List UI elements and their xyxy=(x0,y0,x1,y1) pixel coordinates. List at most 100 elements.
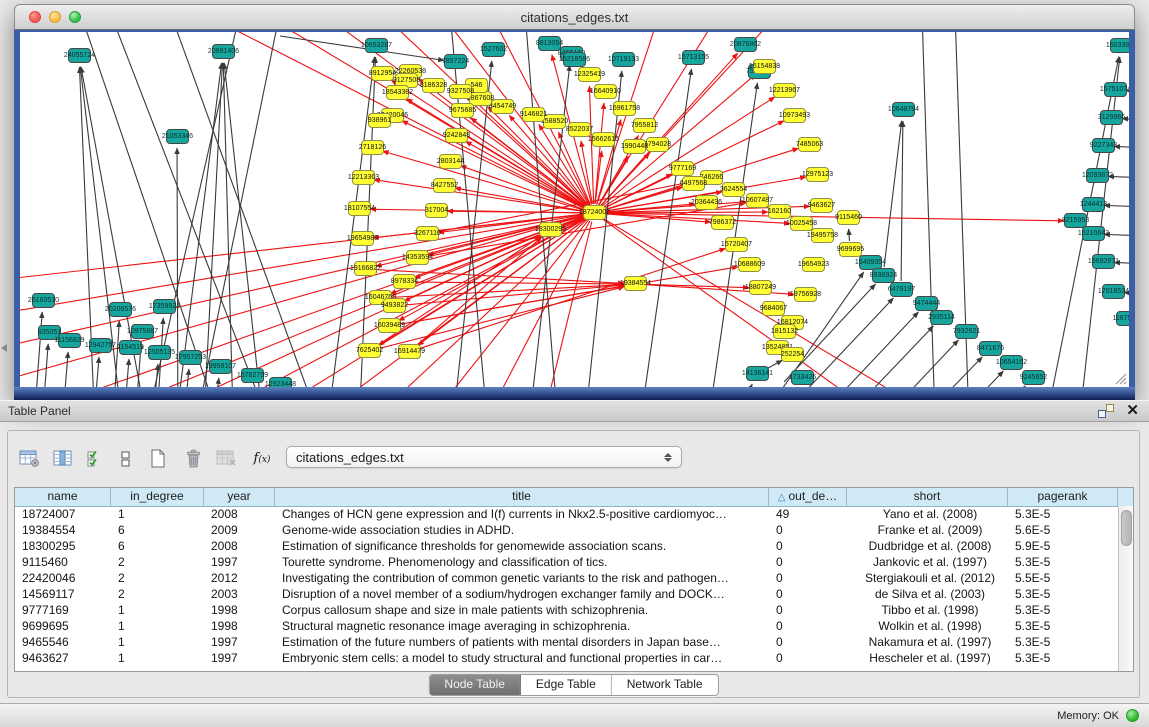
function-builder-button[interactable]: f(x) xyxy=(249,445,275,472)
network-node[interactable]: 14136141 xyxy=(746,366,769,381)
network-node[interactable]: 3267110 xyxy=(416,226,439,241)
table-cell[interactable]: Genome-wide association studies in ADHD. xyxy=(275,522,769,538)
network-node[interactable]: 11675311 xyxy=(1116,311,1129,326)
network-node[interactable]: 7625402 xyxy=(358,343,381,358)
network-node[interactable]: 8978334 xyxy=(393,274,416,289)
table-cell[interactable]: 2 xyxy=(111,570,204,586)
network-edge[interactable] xyxy=(826,312,918,387)
network-edge[interactable] xyxy=(358,57,376,387)
network-node[interactable]: 6497568 xyxy=(682,176,705,191)
network-edge[interactable] xyxy=(1104,205,1129,207)
network-node[interactable]: 16782759 xyxy=(241,368,264,383)
table-row[interactable]: 2242004622012Investigating the contribut… xyxy=(15,570,1118,586)
network-node[interactable]: 18807249 xyxy=(749,280,772,295)
network-node[interactable]: 10973493 xyxy=(783,108,806,123)
network-node[interactable]: 24055724 xyxy=(68,48,91,63)
network-node[interactable]: 15720407 xyxy=(725,237,748,252)
table-cell[interactable]: 2012 xyxy=(204,570,275,586)
table-cell[interactable]: 5.3E-5 xyxy=(1008,650,1118,666)
table-cell[interactable]: Stergiakouli et al. (2012) xyxy=(847,570,1008,586)
network-edge[interactable] xyxy=(704,83,757,387)
table-cell[interactable]: 2 xyxy=(111,586,204,602)
table-cell[interactable]: Changes of HCN gene expression and I(f) … xyxy=(275,506,769,522)
new-column-button[interactable] xyxy=(145,445,171,472)
network-node[interactable]: 7485063 xyxy=(798,137,821,152)
network-node[interactable]: 8186328 xyxy=(422,78,445,93)
tab-edge-table[interactable]: Edge Table xyxy=(521,675,612,695)
network-edge[interactable] xyxy=(202,63,222,387)
table-cell[interactable]: 1998 xyxy=(204,602,275,618)
zoom-window-button[interactable] xyxy=(69,11,81,23)
table-row[interactable]: 969969511998Structural magnetic resonanc… xyxy=(15,618,1118,634)
table-cell[interactable]: 5.9E-5 xyxy=(1008,538,1118,554)
table-cell[interactable]: 5.3E-5 xyxy=(1008,554,1118,570)
table-cell[interactable]: 0 xyxy=(769,586,847,602)
table-row[interactable]: 1872400712008Changes of HCN gene express… xyxy=(15,506,1118,522)
float-panel-icon[interactable] xyxy=(1098,404,1114,418)
table-cell[interactable]: 5.3E-5 xyxy=(1008,586,1118,602)
table-cell[interactable]: Yano et al. (2008) xyxy=(847,506,1008,522)
table-cell[interactable]: Dudbridge et al. (2008) xyxy=(847,538,1008,554)
network-node[interactable]: 2803144 xyxy=(439,154,462,169)
table-cell[interactable]: 2009 xyxy=(204,522,275,538)
table-cell[interactable]: 9777169 xyxy=(15,602,111,618)
table-cell[interactable]: 0 xyxy=(769,554,847,570)
column-header-title[interactable]: title xyxy=(275,488,769,506)
network-edge[interactable] xyxy=(20,216,586,387)
table-cell[interactable]: 14569117 xyxy=(15,586,111,602)
network-node[interactable]: 16039489 xyxy=(378,318,401,333)
table-cell[interactable]: de Silva et al. (2003) xyxy=(847,586,1008,602)
table-cell[interactable]: 1997 xyxy=(204,554,275,570)
network-node[interactable]: 19958107 xyxy=(209,359,232,374)
network-node[interactable]: 10653287 xyxy=(365,38,388,53)
show-columns-button[interactable] xyxy=(50,445,76,472)
table-cell[interactable]: Embryonic stem cells: a model to study s… xyxy=(275,650,769,666)
network-node[interactable]: 20364436 xyxy=(695,195,718,210)
network-edge[interactable] xyxy=(170,32,330,387)
table-cell[interactable]: 1 xyxy=(111,618,204,634)
network-node[interactable]: 10607487 xyxy=(746,193,769,208)
network-node[interactable]: 9242848 xyxy=(445,128,468,143)
network-node[interactable]: 9675685 xyxy=(451,103,474,118)
network-edge[interactable] xyxy=(223,63,234,387)
network-canvas[interactable]: 2405572420891406106532871527602846616010… xyxy=(20,32,1129,387)
network-node[interactable]: 9463627 xyxy=(810,198,833,213)
network-node[interactable]: 9493822 xyxy=(383,298,406,313)
network-edge[interactable] xyxy=(324,57,375,387)
table-cell[interactable]: 0 xyxy=(769,650,847,666)
network-node[interactable]: 9146821 xyxy=(522,107,545,122)
table-cell[interactable]: Wolkin et al. (1998) xyxy=(847,618,1008,634)
network-node[interactable]: 8471676 xyxy=(979,341,1002,356)
panel-collapse-arrow-icon[interactable] xyxy=(1,344,7,352)
network-edge[interactable] xyxy=(211,378,219,387)
network-edge[interactable] xyxy=(866,340,958,387)
network-node[interactable]: 3129966 xyxy=(1100,110,1123,125)
network-node[interactable]: 8454749 xyxy=(491,99,514,114)
row-height-button[interactable] xyxy=(113,445,139,472)
table-cell[interactable]: Franke et al. (2009) xyxy=(847,522,1008,538)
network-node[interactable]: 7955812 xyxy=(633,118,656,133)
tab-network-table[interactable]: Network Table xyxy=(612,675,718,695)
table-cell[interactable]: Nakamura et al. (1997) xyxy=(847,634,1008,650)
table-cell[interactable]: Corpus callosum shape and size in male p… xyxy=(275,602,769,618)
network-node[interactable]: 11156829 xyxy=(58,333,81,348)
table-cell[interactable]: 5.5E-5 xyxy=(1008,570,1118,586)
network-node[interactable]: 16154838 xyxy=(753,59,776,74)
network-node[interactable]: 19166827 xyxy=(354,261,377,276)
network-node[interactable]: 12093872 xyxy=(1086,168,1109,183)
network-node[interactable]: 8522037 xyxy=(568,122,591,137)
network-edge[interactable] xyxy=(121,359,129,387)
column-header-pagerank[interactable]: pagerank xyxy=(1008,488,1118,506)
column-header-in_degree[interactable]: in_degree xyxy=(111,488,204,506)
network-node[interactable]: 9777169 xyxy=(671,161,694,176)
network-edge[interactable] xyxy=(595,103,604,204)
network-node[interactable]: 10654162 xyxy=(1000,355,1023,370)
table-cell[interactable]: 49 xyxy=(769,506,847,522)
network-node[interactable]: 19654985 xyxy=(351,231,374,246)
table-cell[interactable]: 0 xyxy=(769,602,847,618)
network-node[interactable]: 317004 xyxy=(425,203,448,218)
table-row[interactable]: 946554611997Estimation of the future num… xyxy=(15,634,1118,650)
table-cell[interactable]: 1 xyxy=(111,602,204,618)
table-cell[interactable]: 1997 xyxy=(204,634,275,650)
network-node[interactable]: 15751074 xyxy=(1104,82,1127,97)
